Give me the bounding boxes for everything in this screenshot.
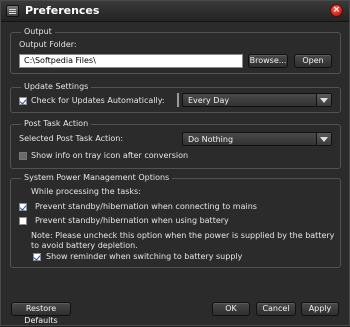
title-bar: Preferences × xyxy=(1,1,349,22)
apply-button[interactable]: Apply xyxy=(301,302,339,316)
prevent-mains-label: Prevent standby/hibernation when connect… xyxy=(35,202,257,211)
combo-separator xyxy=(177,93,179,107)
power-management-legend: System Power Management Options xyxy=(21,173,173,183)
auto-update-label: Check for Updates Automatically: xyxy=(31,96,165,105)
chevron-down-icon xyxy=(316,133,331,145)
app-icon xyxy=(6,5,19,17)
close-button[interactable]: × xyxy=(330,4,343,17)
post-task-group: Post Task Action Selected Post Task Acti… xyxy=(10,119,341,169)
close-icon: × xyxy=(332,5,341,15)
output-folder-label: Output Folder: xyxy=(19,40,77,49)
update-settings-legend: Update Settings xyxy=(21,82,92,92)
output-folder-input[interactable]: C:\Softpedia Files\ xyxy=(19,54,243,68)
post-task-legend: Post Task Action xyxy=(21,119,92,129)
reminder-checkbox[interactable] xyxy=(33,253,41,261)
post-task-action-value: Do Nothing xyxy=(188,135,234,144)
cancel-button[interactable]: Cancel xyxy=(256,302,296,316)
post-task-action-label: Selected Post Task Action: xyxy=(19,134,124,143)
battery-note: Note: Please uncheck this option when th… xyxy=(31,231,335,250)
window-title: Preferences xyxy=(25,4,100,17)
update-frequency-value: Every Day xyxy=(188,96,230,105)
reminder-label: Show reminder when switching to battery … xyxy=(46,252,243,261)
chevron-down-icon xyxy=(316,94,331,106)
apply-button-label: Apply xyxy=(308,304,332,313)
ok-button-label: OK xyxy=(225,304,237,313)
update-frequency-select[interactable]: Every Day xyxy=(182,93,332,107)
tray-info-label: Show info on tray icon after conversion xyxy=(31,151,189,160)
tray-info-checkbox[interactable] xyxy=(19,152,27,160)
prevent-battery-checkbox[interactable] xyxy=(19,217,27,225)
restore-defaults-label: Restore Defaults xyxy=(24,304,58,325)
restore-defaults-button[interactable]: Restore Defaults xyxy=(11,302,71,325)
browse-button-label: Browse... xyxy=(249,56,287,65)
preferences-window: Preferences × Output Output Folder: C:\S… xyxy=(0,0,350,326)
power-management-group: System Power Management Options While pr… xyxy=(10,173,341,268)
open-button[interactable]: Open xyxy=(294,54,332,68)
open-button-label: Open xyxy=(302,56,324,65)
prevent-battery-label: Prevent standby/hibernation when using b… xyxy=(35,216,229,225)
cancel-button-label: Cancel xyxy=(262,304,290,313)
update-settings-group: Update Settings Check for Updates Automa… xyxy=(10,82,341,113)
ok-button[interactable]: OK xyxy=(212,302,250,316)
browse-button[interactable]: Browse... xyxy=(248,54,288,68)
prevent-mains-checkbox[interactable] xyxy=(19,203,27,211)
post-task-action-select[interactable]: Do Nothing xyxy=(182,132,332,146)
output-legend: Output xyxy=(21,27,55,37)
auto-update-checkbox[interactable] xyxy=(19,97,27,105)
while-processing-label: While processing the tasks: xyxy=(31,187,141,196)
output-group: Output Output Folder: C:\Softpedia Files… xyxy=(10,27,341,74)
